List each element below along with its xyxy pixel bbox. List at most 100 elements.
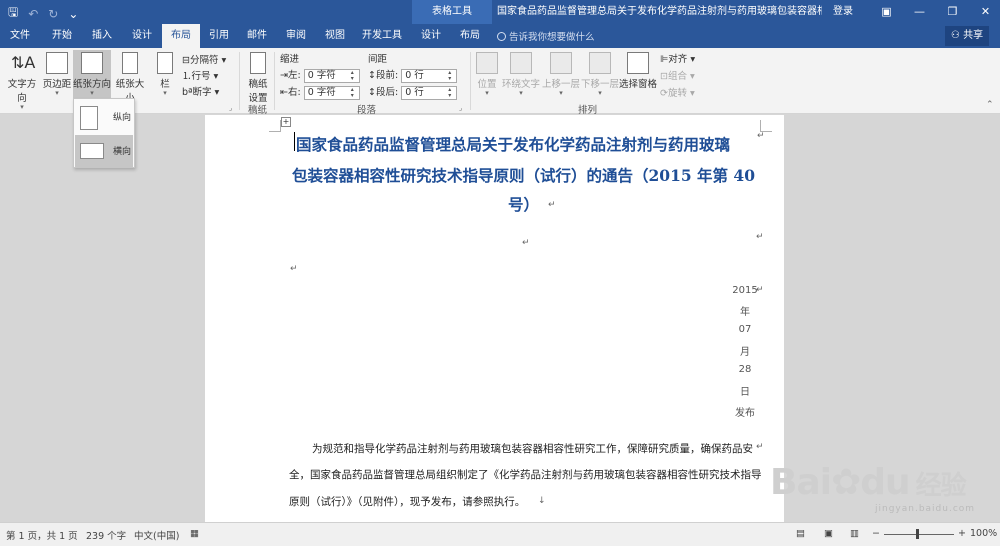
zoom-in-icon[interactable]: + — [958, 528, 966, 539]
selection-pane-button[interactable]: 选择窗格 — [619, 52, 657, 90]
dialog-launcher-icon[interactable]: ⌟ — [459, 104, 462, 112]
share-button[interactable]: ⚇ 共享 — [945, 26, 989, 46]
left-indent-input[interactable]: 0 字符 — [303, 68, 360, 83]
login-button[interactable]: 登录 — [833, 0, 853, 24]
read-mode-icon[interactable]: ▤ — [796, 528, 805, 539]
position-icon — [476, 52, 498, 74]
margins-button[interactable]: 页边距 ▾ — [42, 52, 72, 97]
customize-qat-icon[interactable]: ⌄ — [68, 7, 78, 21]
minimize-icon[interactable]: — — [903, 0, 936, 24]
right-indent-label: 右: — [287, 87, 301, 98]
tell-me-text: 告诉我你想要做什么 — [509, 32, 595, 43]
spacing-after-input[interactable]: 0 行 — [401, 85, 458, 100]
line-numbers-button[interactable]: ⒈行号 ▾ — [182, 68, 218, 82]
date-ri: 日 — [740, 387, 750, 398]
zoom-level[interactable]: 100% — [970, 528, 997, 539]
zoom-slider-thumb[interactable] — [916, 529, 919, 539]
group-button[interactable]: ⊡组合 ▾ — [660, 68, 695, 82]
breaks-button[interactable]: ⊟分隔符 ▾ — [182, 52, 226, 66]
manuscript-settings-button[interactable]: 稿纸 设置 — [244, 52, 272, 104]
print-layout-icon[interactable]: ▣ — [824, 528, 833, 539]
tab-table-layout[interactable]: 布局 — [452, 24, 488, 48]
collapse-ribbon-icon[interactable]: ⌃ — [986, 100, 994, 110]
send-backward-button[interactable]: 下移一层 ▾ — [581, 52, 619, 97]
columns-button[interactable]: 栏 ▾ — [154, 52, 176, 97]
rotate-label: 旋转 — [667, 88, 687, 99]
bring-forward-icon — [550, 52, 572, 74]
landscape-page-icon — [80, 143, 104, 159]
margins-icon — [46, 52, 68, 74]
document-title: 国家食品药品监督管理总局关于发布化学药品注射剂与药用玻璃包装容器相容性研... — [497, 6, 822, 17]
line-numbers-icon: ⒈ — [182, 71, 192, 82]
tab-design[interactable]: 设计 — [124, 24, 160, 48]
hyphenation-button[interactable]: bª断字 ▾ — [182, 84, 219, 98]
orientation-button[interactable]: 纸张方向 ▾ — [73, 50, 111, 100]
restore-icon[interactable]: ❐ — [936, 0, 969, 24]
tab-home[interactable]: 开始 — [42, 24, 82, 48]
doc-title-line-3: 号） — [508, 195, 540, 214]
chevron-down-icon: ▾ — [163, 89, 167, 97]
landscape-label: 横向 — [113, 147, 132, 157]
left-indent-label: 左: — [287, 70, 301, 81]
date-nian: 年 — [740, 307, 750, 318]
line-numbers-label: 行号 — [191, 71, 211, 82]
text-direction-icon: ⇅A — [11, 53, 36, 72]
tab-insert[interactable]: 插入 — [84, 24, 120, 48]
spacing-after-row: ↕段后: 0 行 — [368, 84, 458, 100]
spacing-before-label: 段前: — [375, 70, 399, 81]
align-label: 对齐 — [668, 54, 688, 65]
undo-icon[interactable]: ↶ — [28, 7, 38, 21]
hyphenation-icon: bª — [182, 87, 193, 98]
tab-file[interactable]: 文件 — [2, 24, 38, 48]
ribbon-display-icon[interactable]: ▣ — [870, 0, 903, 24]
text-direction-button[interactable]: ⇅A 文字方向 ▾ — [4, 52, 40, 111]
language-indicator[interactable]: 中文(中国) — [134, 528, 179, 542]
redo-icon[interactable]: ↻ — [48, 7, 58, 21]
share-label: 共享 — [963, 30, 984, 41]
orientation-menu: 纵向 横向 — [73, 98, 135, 168]
dialog-launcher-icon[interactable]: ⌟ — [229, 104, 232, 112]
doc-title-line-2: 包装容器相容性研究技术指导原则（试行）的通告（2015 年第 40 — [292, 166, 756, 185]
wrap-text-button[interactable]: 环绕文字 ▾ — [502, 52, 540, 97]
hyphenation-label: 断字 — [192, 87, 212, 98]
close-icon[interactable]: ✕ — [969, 0, 1000, 24]
tab-layout[interactable]: 布局 — [162, 24, 200, 48]
tab-view[interactable]: 视图 — [318, 24, 352, 48]
rotate-button[interactable]: ⟳旋转 ▾ — [660, 85, 695, 99]
right-indent-input[interactable]: 0 字符 — [303, 85, 360, 100]
chevron-down-icon: ▾ — [598, 89, 602, 97]
body-line-3: 原则（试行）》（见附件），现予发布，请参照执行。 — [289, 496, 526, 508]
title-bar: 🖫 ↶ ↻ ⌄ 表格工具 国家食品药品监督管理总局关于发布化学药品注射剂与药用玻… — [0, 0, 1000, 24]
tell-me-box[interactable]: 告诉我你想要做什么 — [497, 29, 595, 43]
spacing-after-label: 段后: — [375, 87, 399, 98]
spacing-heading: 间距 — [368, 54, 388, 65]
tab-table-design[interactable]: 设计 — [414, 24, 448, 48]
spacing-before-input[interactable]: 0 行 — [401, 68, 458, 83]
chevron-down-icon: ▾ — [519, 89, 523, 97]
watermark-url: jingyan.baidu.com — [875, 504, 976, 514]
web-layout-icon[interactable]: ▥ — [850, 528, 859, 539]
word-count[interactable]: 239 个字 — [86, 528, 126, 542]
person-icon: ⚇ — [950, 30, 964, 41]
wm-brand2: du — [860, 462, 910, 503]
orientation-portrait-option[interactable]: 纵向 — [75, 101, 133, 133]
position-button[interactable]: 位置 ▾ — [474, 52, 500, 97]
save-icon[interactable]: 🖫 — [8, 3, 18, 24]
page-count[interactable]: 第 1 页，共 1 页 — [6, 528, 78, 542]
zoom-slider[interactable] — [884, 534, 954, 535]
ribbon: ⇅A 文字方向 ▾ 页边距 ▾ 纸张方向 ▾ 纸张大小 ▾ 栏 ▾ ⊟分隔符 ▾… — [0, 48, 1000, 116]
page-size-icon — [122, 52, 138, 74]
align-button[interactable]: ⊫对齐 ▾ — [660, 51, 695, 65]
table-tools-label: 表格工具 — [412, 0, 492, 24]
tab-references[interactable]: 引用 — [202, 24, 236, 48]
zoom-out-icon[interactable]: − — [872, 528, 880, 539]
macro-record-icon[interactable]: ▦ — [190, 528, 199, 539]
tab-developer[interactable]: 开发工具 — [356, 24, 408, 48]
orientation-landscape-option[interactable]: 横向 — [75, 135, 133, 167]
tab-mailings[interactable]: 邮件 — [240, 24, 274, 48]
tab-review[interactable]: 审阅 — [278, 24, 314, 48]
table-move-handle-icon[interactable]: + — [281, 117, 291, 127]
bring-forward-button[interactable]: 上移一层 ▾ — [542, 52, 580, 97]
arrange-group-label: 排列 — [578, 105, 598, 116]
indent-heading: 缩进 — [280, 54, 300, 65]
